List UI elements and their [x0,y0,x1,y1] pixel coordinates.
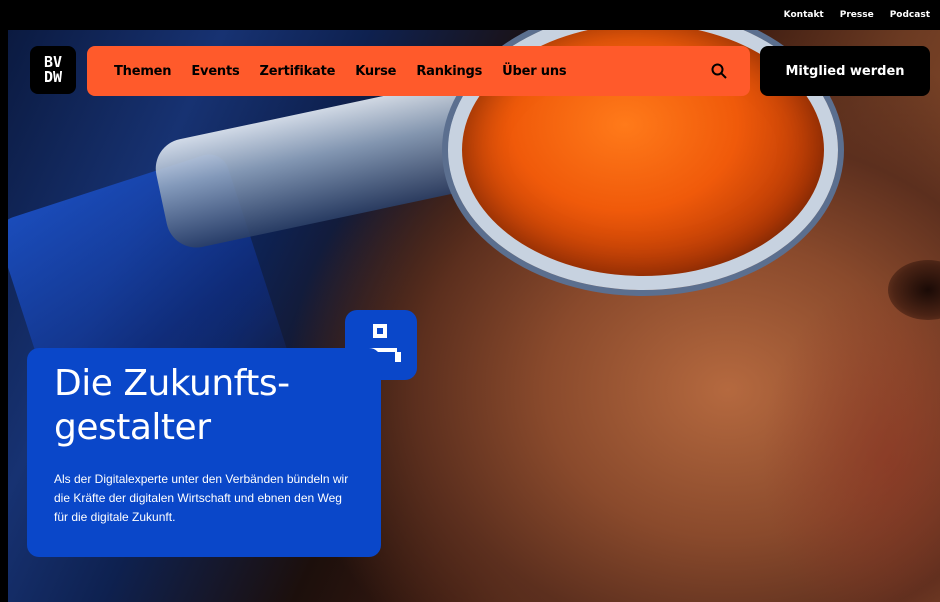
search-icon[interactable] [710,62,728,80]
nav-item-rankings[interactable]: Rankings [416,64,482,79]
nav-item-kurse[interactable]: Kurse [355,64,396,79]
hero-text: Als der Digitalexperte unter den Verbänd… [54,472,349,524]
utility-link-presse[interactable]: Presse [840,10,874,20]
utility-nav: Kontakt Presse Podcast [0,0,940,30]
nav-item-zertifikate[interactable]: Zertifikate [260,64,336,79]
mitglied-werden-button[interactable]: Mitglied werden [760,46,930,96]
nav-item-events[interactable]: Events [191,64,239,79]
utility-link-podcast[interactable]: Podcast [890,10,930,20]
utility-link-kontakt[interactable]: Kontakt [784,10,824,20]
nav-item-themen[interactable]: Themen [114,64,172,79]
nav-item-ueber-uns[interactable]: Über uns [502,64,566,79]
bvdw-logo[interactable]: BV DW [30,46,76,94]
main-nav: Themen Events Zertifikate Kurse Rankings… [87,46,750,96]
hero-title: Die Zukunfts- gestalter [54,363,290,448]
hero-card: Die Zukunfts- gestalter Als der Digitale… [27,348,381,557]
